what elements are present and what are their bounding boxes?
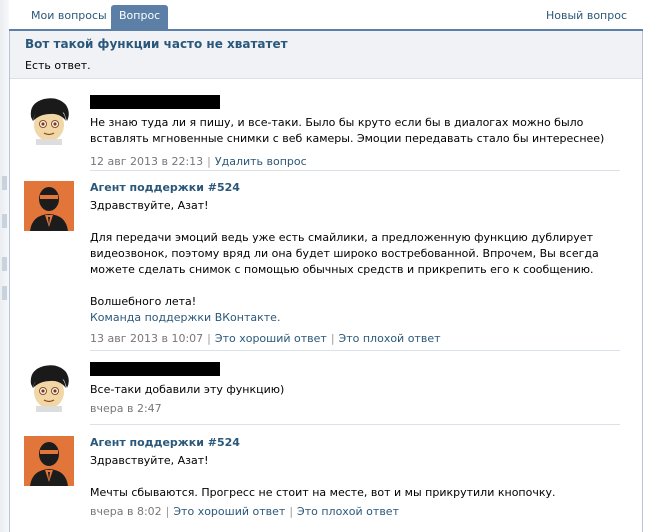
question-title: Вот такой функции часто не хвататет — [25, 37, 288, 51]
message-greeting: Здравствуйте, Азат! — [90, 199, 209, 212]
tab-my-questions[interactable]: Мои вопросы — [23, 5, 115, 29]
message-meta: вчера в 2:47 — [90, 402, 620, 416]
bad-answer-link[interactable]: Это плохой ответ — [339, 332, 441, 345]
good-answer-link[interactable]: Это хороший ответ — [215, 332, 327, 345]
tab-question[interactable]: Вопрос — [111, 5, 169, 31]
divider — [90, 170, 620, 171]
message-meta: 13 авг 2013 в 10:07 | Это хороший ответ | Эт… — [90, 332, 441, 345]
redacted-author-name — [90, 362, 220, 376]
user-avatar-icon[interactable] — [24, 95, 74, 145]
message-body: Не знаю туда ли я пишу, и все-таки. Было… — [90, 95, 620, 169]
message-body: Агент поддержки #524 Здравствуйте, Азат!… — [90, 436, 620, 519]
divider — [90, 424, 620, 425]
sidebar-mark — [2, 176, 7, 190]
author-name[interactable]: Агент поддержки #524 — [90, 436, 620, 451]
message-meta: 12 авг 2013 в 22:13 | Удалить вопрос — [90, 155, 307, 168]
message-meta: вчера в 8:02 | Это хороший ответ | Это плохо… — [90, 505, 399, 518]
sidebar-mark — [2, 286, 7, 300]
message-signature: Команда поддержки ВКонтакте. — [90, 311, 281, 324]
message-date: вчера в 8:02 — [90, 505, 162, 518]
question-status: Есть ответ. — [25, 59, 91, 72]
bad-answer-link[interactable]: Это плохой ответ — [297, 505, 399, 518]
message-body: Агент поддержки #524 Здравствуйте, Азат!… — [90, 181, 620, 346]
good-answer-link[interactable]: Это хороший ответ — [173, 505, 285, 518]
tab-new-question[interactable]: Новый вопрос — [538, 5, 635, 29]
left-sidebar-strip — [0, 0, 9, 532]
message-greeting: Здравствуйте, Азат! — [90, 454, 209, 467]
author-name[interactable]: Агент поддержки #524 — [90, 181, 620, 196]
delete-question-link[interactable]: Удалить вопрос — [215, 155, 307, 168]
message-date: 13 авг 2013 в 10:07 — [90, 332, 204, 345]
divider — [90, 350, 620, 351]
message-date: 12 авг 2013 в 22:13 — [90, 155, 204, 168]
message-date: вчера в 2:47 — [90, 402, 162, 415]
sidebar-mark — [2, 257, 7, 271]
tab-bar: Мои вопросы Вопрос Новый вопрос — [9, 0, 643, 31]
message-closing: Волшебного лета! — [90, 295, 197, 308]
question-header: Вот такой функции часто не хвататет Есть… — [10, 31, 642, 79]
support-agent-avatar-icon[interactable] — [24, 436, 74, 486]
message-text: Не знаю туда ли я пишу, и все-таки. Было… — [90, 116, 605, 145]
message-text: Для передачи эмоций ведь уже есть смайли… — [90, 231, 599, 276]
question-panel: Вот такой функции часто не хвататет Есть… — [9, 31, 643, 532]
message-text: Мечты сбываются. Прогресс не стоит на ме… — [90, 486, 556, 499]
user-avatar-icon[interactable] — [24, 362, 74, 412]
support-agent-avatar-icon[interactable] — [24, 181, 74, 231]
redacted-author-name — [90, 95, 220, 109]
message-body: Все-таки добавили эту функцию) вчера в 2… — [90, 362, 620, 416]
message-text: Все-таки добавили эту функцию) — [90, 383, 285, 396]
sidebar-mark — [2, 214, 7, 228]
